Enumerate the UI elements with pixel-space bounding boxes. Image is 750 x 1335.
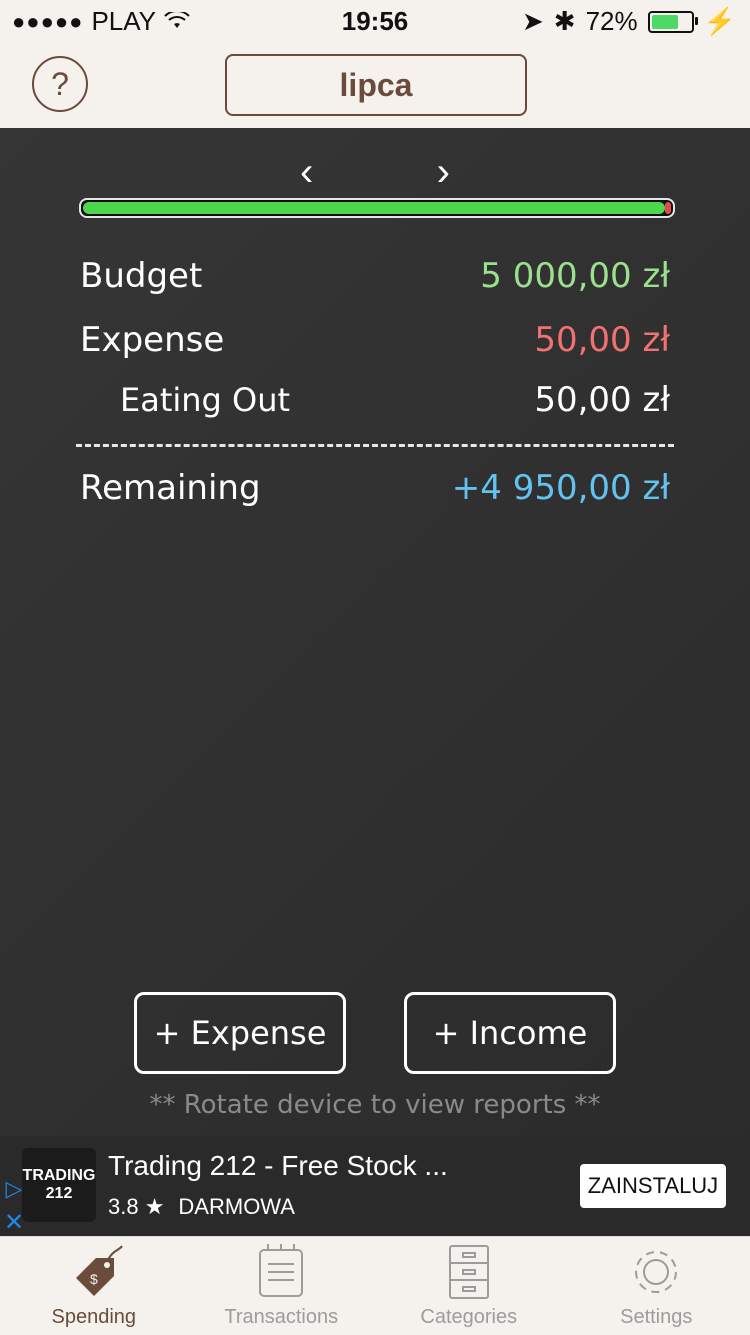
tab-transactions-label: Transactions bbox=[224, 1306, 339, 1328]
budget-progress-fill bbox=[83, 202, 666, 214]
ad-meta: 3.8 ★ DARMOWA bbox=[108, 1194, 295, 1220]
chalkboard: ‹ › Budget 5 000,00 zł Expense 50,00 zł … bbox=[0, 128, 750, 1136]
ad-logo-line2: 212 bbox=[45, 1185, 73, 1202]
battery-icon bbox=[647, 10, 698, 33]
status-bar: ●●●●● PLAY 19:56 ➤ ✱ 72% ⚡ bbox=[0, 0, 750, 40]
previous-month-button[interactable]: ‹ bbox=[300, 150, 313, 194]
add-expense-button[interactable]: + Expense bbox=[134, 992, 346, 1074]
remaining-row: Remaining +4 950,00 zł bbox=[80, 468, 670, 508]
tab-bar: $ Spending Transactions Categories Setti… bbox=[0, 1236, 750, 1335]
expense-value: 50,00 zł bbox=[534, 320, 670, 360]
budget-row: Budget 5 000,00 zł bbox=[80, 256, 670, 296]
filing-cabinet-icon bbox=[444, 1245, 494, 1299]
status-right: ➤ ✱ 72% ⚡ bbox=[522, 6, 736, 37]
bluetooth-icon: ✱ bbox=[553, 6, 576, 36]
expense-row: Expense 50,00 zł bbox=[80, 320, 670, 360]
month-navigation: ‹ › bbox=[300, 150, 450, 194]
tab-categories[interactable]: Categories bbox=[379, 1231, 559, 1335]
add-income-button[interactable]: + Income bbox=[404, 992, 616, 1074]
ad-price: DARMOWA bbox=[178, 1194, 295, 1219]
budget-label: Budget bbox=[80, 256, 203, 296]
ad-choices-icon[interactable]: ▷ bbox=[0, 1176, 28, 1204]
ad-title[interactable]: Trading 212 - Free Stock ... bbox=[108, 1150, 448, 1182]
ad-banner[interactable]: TRADING 212 Trading 212 - Free Stock ...… bbox=[0, 1136, 750, 1236]
tab-settings-label: Settings bbox=[620, 1306, 693, 1328]
ad-rating: 3.8 ★ bbox=[108, 1194, 165, 1219]
tab-settings[interactable]: Settings bbox=[566, 1231, 746, 1335]
dashed-divider bbox=[76, 444, 674, 447]
tab-spending-label: Spending bbox=[51, 1306, 137, 1328]
next-month-button[interactable]: › bbox=[437, 150, 450, 194]
remaining-label: Remaining bbox=[80, 468, 261, 508]
price-tag-icon: $ bbox=[64, 1245, 124, 1298]
month-selector[interactable]: lipca bbox=[225, 54, 527, 116]
eating-out-value: 50,00 zł bbox=[534, 380, 670, 420]
expense-label: Expense bbox=[80, 320, 225, 360]
battery-fill bbox=[651, 14, 678, 29]
ad-install-label: ZAINSTALUJ bbox=[587, 1173, 719, 1198]
header: ? lipca bbox=[0, 40, 750, 129]
charging-icon: ⚡ bbox=[703, 6, 736, 36]
eating-out-row[interactable]: Eating Out 50,00 zł bbox=[80, 380, 670, 420]
help-button[interactable]: ? bbox=[32, 56, 88, 112]
ad-side-controls: ▷ ✕ bbox=[0, 1136, 28, 1236]
add-expense-label: + Expense bbox=[153, 1014, 327, 1052]
battery-percent: 72% bbox=[585, 6, 638, 36]
tab-spending[interactable]: $ Spending bbox=[4, 1231, 184, 1335]
rotate-hint: ** Rotate device to view reports ** bbox=[149, 1090, 601, 1120]
remaining-value: +4 950,00 zł bbox=[451, 468, 670, 508]
ad-app-logo[interactable]: TRADING 212 bbox=[22, 1148, 96, 1222]
ad-install-button[interactable]: ZAINSTALUJ bbox=[580, 1164, 726, 1208]
gear-icon bbox=[628, 1246, 684, 1298]
tab-categories-label: Categories bbox=[420, 1306, 518, 1328]
svg-text:$: $ bbox=[90, 1271, 98, 1287]
notepad-icon bbox=[256, 1244, 306, 1298]
month-label: lipca bbox=[339, 66, 413, 103]
add-income-label: + Income bbox=[432, 1014, 588, 1052]
eating-out-label: Eating Out bbox=[120, 381, 291, 419]
ad-logo-line1: TRADING bbox=[22, 1167, 96, 1184]
tab-transactions[interactable]: Transactions bbox=[191, 1231, 371, 1335]
budget-progress-bar bbox=[79, 198, 675, 218]
budget-progress-tip bbox=[665, 202, 671, 214]
budget-value: 5 000,00 zł bbox=[480, 256, 670, 296]
location-icon: ➤ bbox=[521, 6, 544, 36]
